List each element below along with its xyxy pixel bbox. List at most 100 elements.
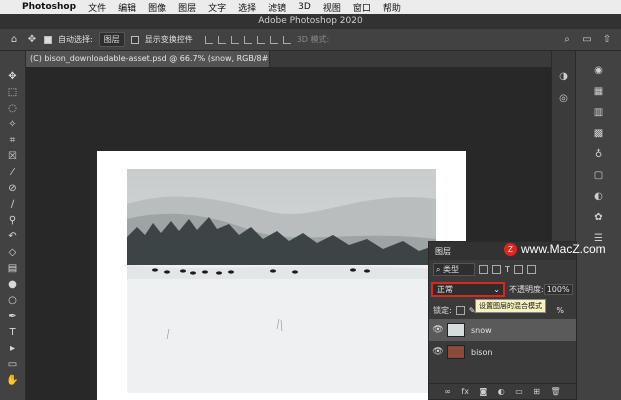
- layer-name: snow: [471, 325, 492, 335]
- move-tool-icon[interactable]: ✥: [3, 69, 23, 84]
- 3d-mode-label: 3D 模式:: [296, 35, 330, 44]
- magic-wand-icon[interactable]: ✧: [3, 117, 23, 132]
- visibility-eye-icon[interactable]: 👁: [429, 347, 447, 357]
- brush-tool-icon[interactable]: ∕: [3, 197, 23, 212]
- watermark-text: www.MacZ.com: [521, 242, 606, 256]
- lock-transparent-icon[interactable]: [455, 305, 465, 315]
- menu-window[interactable]: 窗口: [353, 1, 371, 14]
- layer-row-bison[interactable]: 👁 bison: [429, 341, 576, 363]
- align-left-icon[interactable]: [204, 35, 213, 44]
- bison-snow-photo[interactable]: [127, 169, 436, 393]
- document-tab-title: (C) bison_downloadable-asset.psd @ 66.7%…: [30, 54, 270, 63]
- patterns-panel-icon[interactable]: ▩: [593, 128, 605, 140]
- link-layers-icon[interactable]: ∞: [444, 387, 451, 396]
- history-brush-icon[interactable]: ↶: [3, 229, 23, 244]
- delete-layer-icon[interactable]: 🗑: [551, 387, 561, 396]
- blend-mode-dropdown[interactable]: 正常 ⌄: [431, 281, 505, 297]
- blend-row: 正常 ⌄ 不透明度: 100%: [429, 280, 578, 298]
- menu-bar: Photoshop 文件 编辑 图像 图层 文字 选择 滤镜 3D 视图 窗口 …: [0, 0, 621, 14]
- eraser-tool-icon[interactable]: ◇: [3, 245, 23, 260]
- color-panel-icon[interactable]: ◉: [593, 65, 605, 77]
- menu-filter[interactable]: 滤镜: [268, 1, 286, 14]
- menu-app[interactable]: Photoshop: [22, 2, 76, 12]
- auto-select-dropdown[interactable]: 图层: [98, 32, 125, 47]
- align-right-icon[interactable]: [230, 35, 239, 44]
- lasso-tool-icon[interactable]: ◌: [3, 101, 23, 116]
- opacity-input[interactable]: 100%: [543, 283, 573, 295]
- align-center-icon[interactable]: [217, 35, 226, 44]
- workspace-icon[interactable]: ▭: [581, 34, 593, 46]
- marquee-tool-icon[interactable]: ⬚: [3, 85, 23, 100]
- lock-label: 锁定:: [433, 305, 452, 315]
- gradients-panel-icon[interactable]: ▥: [593, 107, 605, 119]
- menu-type[interactable]: 文字: [208, 1, 226, 14]
- document-tab[interactable]: (C) bison_downloadable-asset.psd @ 66.7%…: [26, 51, 270, 67]
- menu-3d[interactable]: 3D: [298, 2, 311, 12]
- layers-panel: 图层 ⌕ 类型 T 正常 ⌄ 不透明度: 100% 锁定: ✎ % 👁 snow…: [428, 241, 577, 400]
- channels-panel-icon[interactable]: ✿: [593, 212, 605, 224]
- hand-tool-icon[interactable]: ✋: [3, 373, 23, 388]
- menu-layer[interactable]: 图层: [178, 1, 196, 14]
- show-transform-label: 显示变换控件: [144, 35, 193, 44]
- menu-edit[interactable]: 编辑: [118, 1, 136, 14]
- fill-value[interactable]: %: [556, 306, 578, 315]
- blend-mode-tooltip: 设置图层的混合模式: [475, 299, 546, 313]
- layer-thumbnail: [447, 323, 465, 337]
- layer-filter-row: ⌕ 类型 T: [429, 260, 576, 278]
- dodge-tool-icon[interactable]: ○: [3, 293, 23, 308]
- new-group-icon[interactable]: ▭: [515, 387, 523, 396]
- move-tool-icon[interactable]: ✥: [26, 34, 38, 46]
- share-icon[interactable]: ⇧: [601, 34, 613, 46]
- path-select-icon[interactable]: ▸: [3, 341, 23, 356]
- blend-mode-value: 正常: [437, 284, 453, 294]
- distribute-icon[interactable]: [282, 35, 291, 44]
- tab-layers[interactable]: 图层: [435, 246, 451, 257]
- properties-panel-icon[interactable]: ◎: [558, 93, 570, 105]
- history-panel-icon[interactable]: ◑: [558, 71, 570, 83]
- auto-select-checkbox[interactable]: [44, 35, 52, 44]
- show-transform-checkbox[interactable]: [130, 35, 139, 44]
- filter-smart-icon[interactable]: [526, 264, 536, 274]
- menu-view[interactable]: 视图: [323, 1, 341, 14]
- shape-tool-icon[interactable]: ▭: [3, 357, 23, 372]
- filter-type-icon[interactable]: T: [505, 265, 510, 274]
- layer-thumbnail: [447, 345, 465, 359]
- filter-adjustment-icon[interactable]: [492, 264, 501, 274]
- layer-row-snow[interactable]: 👁 snow: [429, 319, 576, 341]
- watermark: Z www.MacZ.com: [504, 242, 606, 256]
- adjustments-panel-icon[interactable]: ◐: [593, 191, 605, 203]
- stamp-tool-icon[interactable]: ⚲: [3, 213, 23, 228]
- align-bottom-icon[interactable]: [269, 35, 278, 44]
- filter-shape-icon[interactable]: [513, 264, 523, 274]
- crop-tool-icon[interactable]: ⌗: [3, 133, 23, 148]
- healing-brush-icon[interactable]: ⊘: [3, 181, 23, 196]
- frame-tool-icon[interactable]: ☒: [3, 149, 23, 164]
- search-icon[interactable]: ⌕: [561, 34, 573, 46]
- blur-tool-icon[interactable]: ●: [3, 277, 23, 292]
- libraries-panel-icon[interactable]: ▢: [593, 170, 605, 182]
- type-tool-icon[interactable]: T: [3, 325, 23, 340]
- align-top-icon[interactable]: [243, 35, 252, 44]
- menu-select[interactable]: 选择: [238, 1, 256, 14]
- menu-file[interactable]: 文件: [88, 1, 106, 14]
- eyedropper-icon[interactable]: ⁄: [3, 165, 23, 180]
- filter-pixel-icon[interactable]: [479, 264, 488, 274]
- new-adjustment-icon[interactable]: ◐: [498, 387, 505, 396]
- learn-panel-icon[interactable]: ♁: [593, 149, 605, 161]
- layer-name: bison: [471, 347, 493, 357]
- menu-image[interactable]: 图像: [148, 1, 166, 14]
- new-layer-icon[interactable]: ⊞: [533, 387, 540, 396]
- panel-dock: ◉ ▦ ▥ ▩ ♁ ▢ ◐ ✿ ☰: [575, 51, 621, 400]
- swatches-panel-icon[interactable]: ▦: [593, 86, 605, 98]
- gradient-tool-icon[interactable]: ▤: [3, 261, 23, 276]
- align-middle-icon[interactable]: [256, 35, 265, 44]
- watermark-logo: Z: [504, 242, 517, 256]
- home-icon[interactable]: ⌂: [8, 34, 20, 46]
- menu-help[interactable]: 帮助: [383, 1, 401, 14]
- layer-style-icon[interactable]: fx: [461, 387, 469, 396]
- visibility-eye-icon[interactable]: 👁: [429, 325, 447, 335]
- add-mask-icon[interactable]: ◙: [479, 387, 487, 396]
- pen-tool-icon[interactable]: ✒: [3, 309, 23, 324]
- auto-select-label: 自动选择:: [58, 35, 93, 44]
- filter-kind-dropdown[interactable]: ⌕ 类型: [433, 262, 475, 276]
